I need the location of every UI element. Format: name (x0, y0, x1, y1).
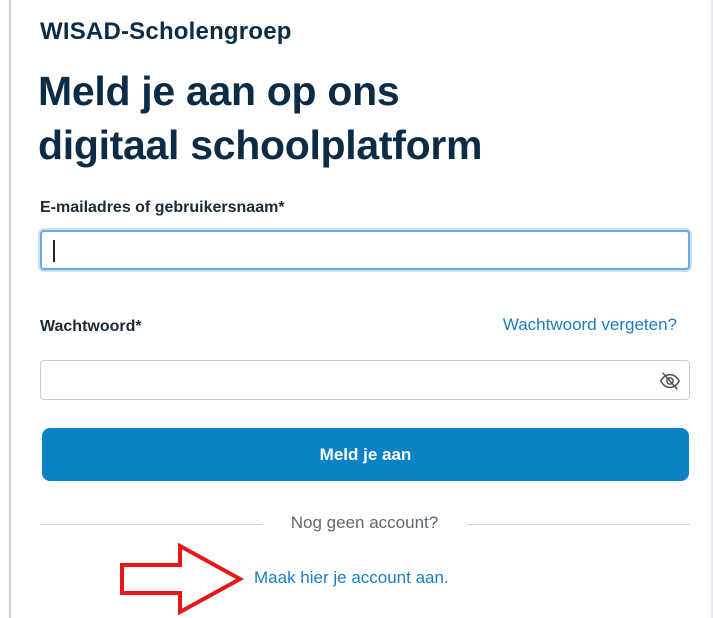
no-account-text: Nog geen account? (290, 513, 439, 532)
eye-slash-icon[interactable] (659, 370, 681, 392)
page-title-line-1: Meld je aan op ons (38, 68, 400, 114)
forgot-password-link[interactable]: Wachtwoord vergeten? (503, 315, 677, 335)
page-title-line-2: digitaal schoolplatform (38, 122, 483, 168)
window-left-border (9, 0, 11, 618)
password-label: Wachtwoord* (40, 318, 142, 335)
organization-name: WISAD-Scholengroep (40, 18, 292, 45)
divider-left (40, 524, 262, 525)
create-account-link[interactable]: Maak hier je account aan. (254, 568, 449, 588)
login-page: WISAD-Scholengroep Meld je aan op ons di… (0, 0, 713, 618)
login-button[interactable]: Meld je aan (42, 428, 689, 481)
divider-right (467, 524, 690, 525)
password-field[interactable] (40, 360, 690, 400)
red-arrow-icon (120, 543, 245, 615)
text-cursor (53, 240, 55, 262)
email-field[interactable] (40, 230, 690, 270)
page-title: Meld je aan op ons digitaal schoolplatfo… (38, 64, 678, 172)
email-label: E-mailadres of gebruikersnaam* (40, 199, 285, 216)
